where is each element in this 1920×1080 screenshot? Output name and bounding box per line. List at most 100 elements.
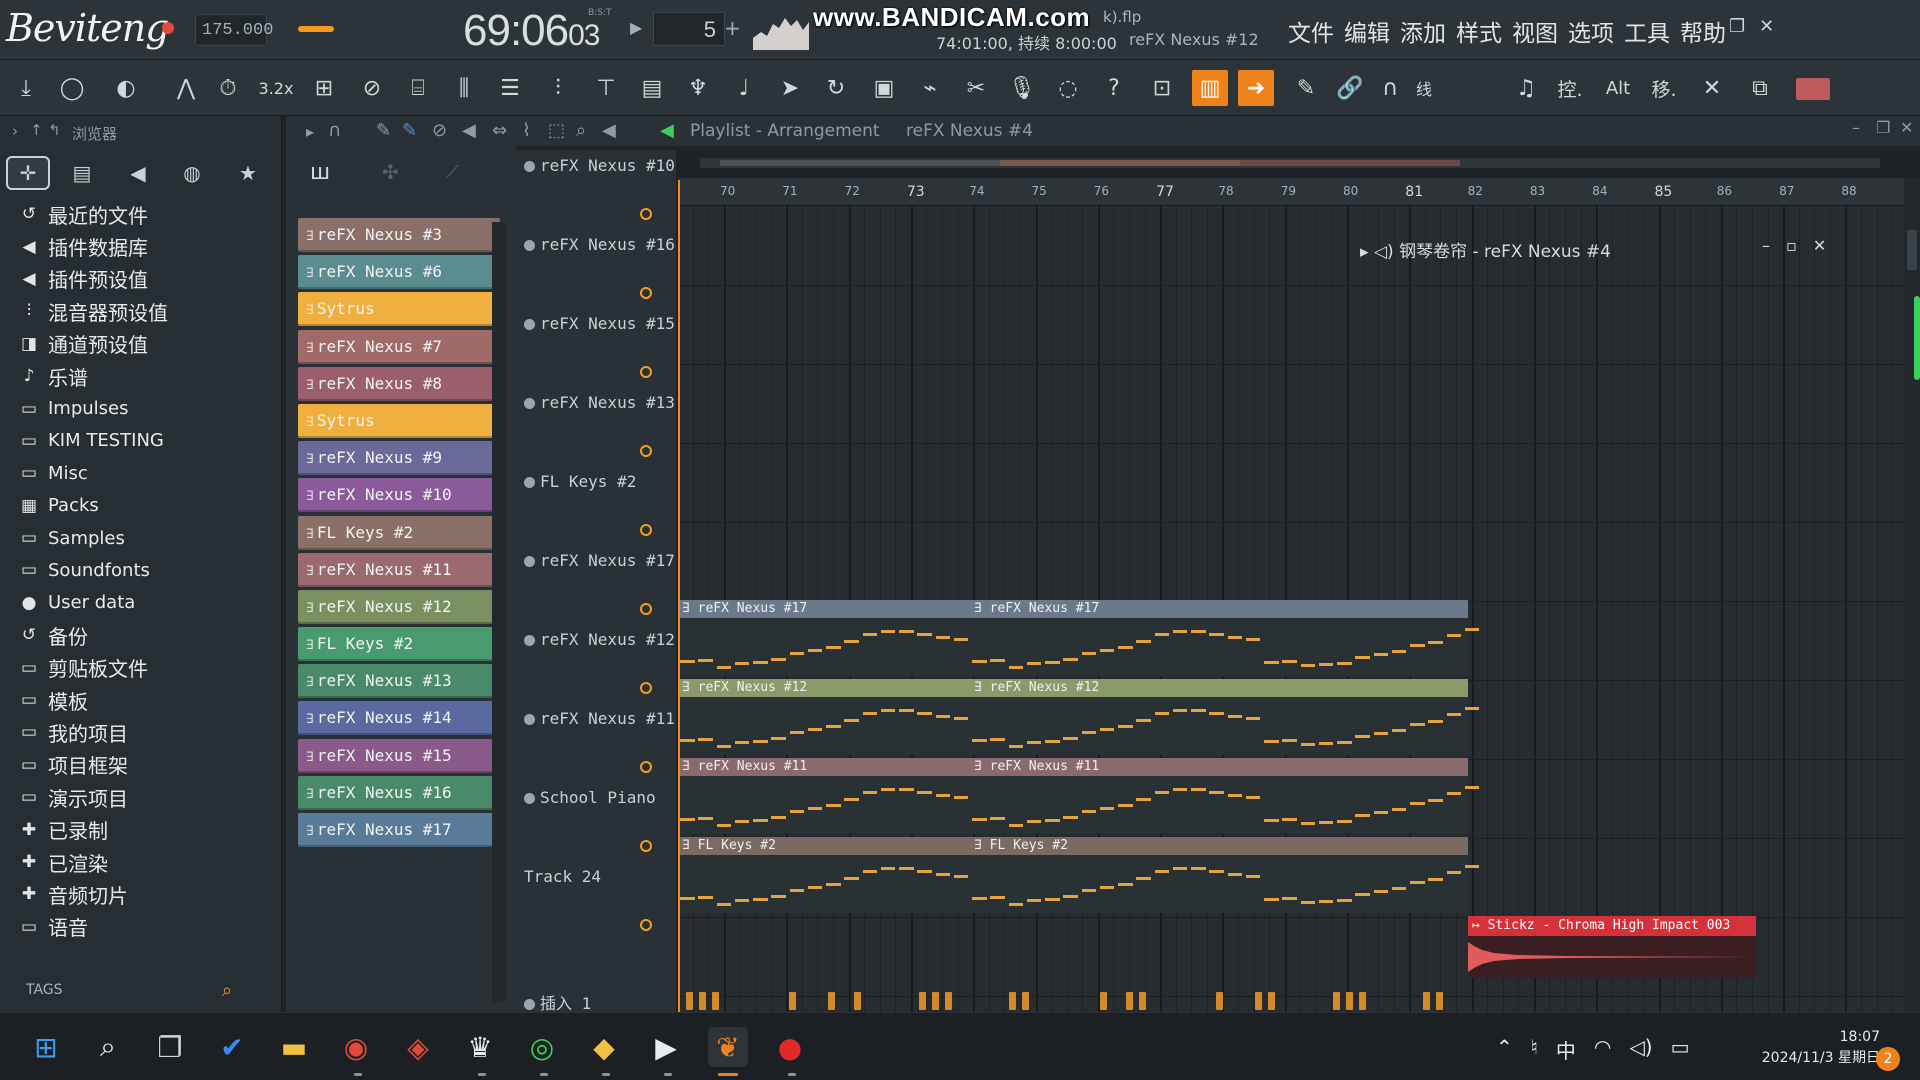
track-enable-icon[interactable] (524, 556, 535, 567)
guitar-icon[interactable]: ♩ (726, 70, 762, 106)
menu-view[interactable]: 视图 (1512, 14, 1558, 48)
pattern-item[interactable]: reFX Nexus #9 (298, 439, 500, 476)
browser-item[interactable]: ▭ Samples (18, 522, 280, 554)
browser-item[interactable]: ● User data (18, 587, 280, 619)
playlist-overview[interactable] (700, 150, 1880, 174)
piano-roll-icon[interactable]: ▥ (1192, 70, 1228, 106)
bell-icon[interactable]: ♫ (1508, 70, 1544, 106)
pattern-item[interactable]: reFX Nexus #7 (298, 328, 500, 365)
browser-item[interactable]: ▭ 我的项目 (18, 716, 280, 748)
fl-studio-icon[interactable]: ❦ (708, 1027, 748, 1067)
curve-icon[interactable]: ⟋ (446, 162, 459, 183)
notification-badge[interactable]: 2 (1876, 1047, 1900, 1071)
track-volume-knob[interactable] (640, 761, 652, 773)
chat-icon[interactable]: ◌ (1050, 70, 1086, 106)
track-header[interactable]: Track 24 (524, 867, 601, 886)
piano-keys-icon[interactable]: ш (310, 160, 330, 185)
browser-collapse-icon[interactable]: › (12, 122, 18, 140)
ctrl-label[interactable]: 控. (1552, 70, 1588, 106)
media-player-icon[interactable]: ▶ (646, 1027, 686, 1067)
track-header[interactable]: School Piano (524, 788, 656, 807)
browser-tab-favorites-icon[interactable]: ★ (226, 156, 270, 190)
track-volume-knob[interactable] (640, 682, 652, 694)
pattern-prev-icon[interactable]: ▶ (630, 18, 642, 37)
app-red-icon[interactable]: ◈ (398, 1027, 438, 1067)
menu-edit[interactable]: 编辑 (1344, 14, 1390, 48)
zoom-tool-icon[interactable]: ⌕ (576, 120, 586, 141)
metronome-loop-icon[interactable]: ◯ (54, 70, 90, 106)
paint-tool-icon[interactable]: ✎ (402, 120, 417, 141)
playlist-grid[interactable]: reFX Nexus #17reFX Nexus #17 reFX Nexus #… (678, 206, 1904, 1012)
track-volume-knob[interactable] (640, 603, 652, 615)
minimize-icon[interactable]: – (1706, 16, 1715, 37)
pattern-clip[interactable]: reFX Nexus #17 (678, 600, 970, 676)
task-view-icon[interactable]: ❐ (150, 1027, 190, 1067)
save-download-icon[interactable]: ⤓ (8, 70, 44, 106)
move-label[interactable]: 移. (1646, 70, 1682, 106)
wifi-icon[interactable]: ◠ (1594, 1035, 1611, 1064)
channel-rack-icon[interactable]: ⫶ (540, 70, 576, 106)
menu-file[interactable]: 文件 (1288, 14, 1334, 48)
track-volume-knob[interactable] (640, 524, 652, 536)
plugin-icon[interactable]: ⊤ (588, 70, 624, 106)
pattern-item[interactable]: reFX Nexus #6 (298, 253, 500, 290)
start-icon[interactable]: ⊞ (26, 1027, 66, 1067)
chrome-icon[interactable]: ◉ (336, 1027, 376, 1067)
browser-tab-online-icon[interactable]: ◍ (170, 156, 214, 190)
track-volume-knob[interactable] (640, 287, 652, 299)
track-header[interactable]: FL Keys #2 (524, 472, 636, 491)
track-header[interactable]: reFX Nexus #10 (524, 156, 675, 175)
magnet-icon[interactable]: ∩ (328, 120, 341, 141)
track-enable-icon[interactable] (524, 714, 535, 725)
piano-roll-speaker-icon[interactable]: ◁) (1374, 242, 1394, 262)
refresh-icon[interactable]: ↻ (818, 70, 854, 106)
graph-icon[interactable]: ⋀ (168, 70, 204, 106)
headphone-icon[interactable]: ∩ (1378, 70, 1402, 106)
audio-clip[interactable]: ↦ Stickz - Chroma High Impact 003 (1468, 916, 1756, 978)
pattern-item[interactable]: reFX Nexus #15 (298, 737, 500, 774)
browser-item[interactable]: ↺ 备份 (18, 619, 280, 651)
browser-item[interactable]: ▭ 项目框架 (18, 749, 280, 781)
pattern-item[interactable]: reFX Nexus #8 (298, 365, 500, 402)
pattern-clip[interactable]: FL Keys #2 (678, 837, 970, 913)
cut-icon[interactable]: ✕ (1694, 70, 1730, 106)
browser-item[interactable]: ▭ 模板 (18, 684, 280, 716)
close-icon[interactable]: ✕ (1759, 16, 1774, 37)
browser-tab-files-icon[interactable]: ▤ (60, 156, 104, 190)
browser-item[interactable]: ▭ Misc (18, 457, 280, 489)
browser-item[interactable]: ◀ 插件预设值 (18, 263, 280, 295)
bandicam-icon[interactable]: ● (770, 1027, 810, 1067)
timeline-ruler[interactable]: 70 71 72 73 74 75 76 77 78 79 80 81 82 83 84 85 86 87 88 (678, 178, 1904, 206)
playlist-play-icon[interactable]: ◀ (660, 120, 674, 141)
playlist-icon[interactable]: ☰ (492, 70, 528, 106)
menu-tools[interactable]: 工具 (1624, 14, 1670, 48)
mute-tool-icon[interactable]: ◀ (462, 120, 476, 141)
pattern-selector[interactable]: 5 (653, 12, 725, 46)
window-icon[interactable]: ⊡ (1144, 70, 1180, 106)
browser-item[interactable]: ↺ 最近的文件 (18, 198, 280, 230)
browser-back-icon[interactable]: ↰ (48, 121, 61, 139)
menu-patterns[interactable]: 样式 (1456, 14, 1502, 48)
scissors-icon[interactable]: ✂ (958, 70, 994, 106)
alt-label[interactable]: Alt (1600, 70, 1636, 106)
file-icon[interactable]: ▤ (634, 70, 670, 106)
playhead[interactable] (678, 180, 680, 1012)
browser-item[interactable]: ◀ 插件数据库 (18, 230, 280, 262)
pattern-clip[interactable]: reFX Nexus #11 (970, 758, 1480, 834)
piano-roll-arrow-icon[interactable]: ▸ (1360, 242, 1369, 262)
draw-tool-icon[interactable]: ✎ (376, 120, 391, 141)
track-header[interactable]: reFX Nexus #12 (524, 630, 675, 649)
pattern-item[interactable]: reFX Nexus #17 (298, 811, 500, 848)
app-blue-icon[interactable]: ✔ (212, 1027, 252, 1067)
track-enable-icon[interactable] (524, 999, 535, 1010)
track-header[interactable]: reFX Nexus #16 (524, 235, 675, 254)
playlist-menu-icon[interactable]: ▸ (306, 122, 314, 141)
microphone-tray-icon[interactable]: ♮ (1531, 1035, 1538, 1064)
track-enable-icon[interactable] (524, 793, 535, 804)
pattern-item[interactable]: Sytrus (298, 290, 500, 327)
browser-tab-all-icon[interactable]: ✛ (6, 156, 50, 190)
pattern-clip[interactable]: FL Keys #2 (970, 837, 1480, 913)
step-edit-icon[interactable]: ⊞ (306, 70, 342, 106)
app-yellow-icon[interactable]: ◆ (584, 1027, 624, 1067)
pattern-item[interactable]: reFX Nexus #14 (298, 699, 500, 736)
